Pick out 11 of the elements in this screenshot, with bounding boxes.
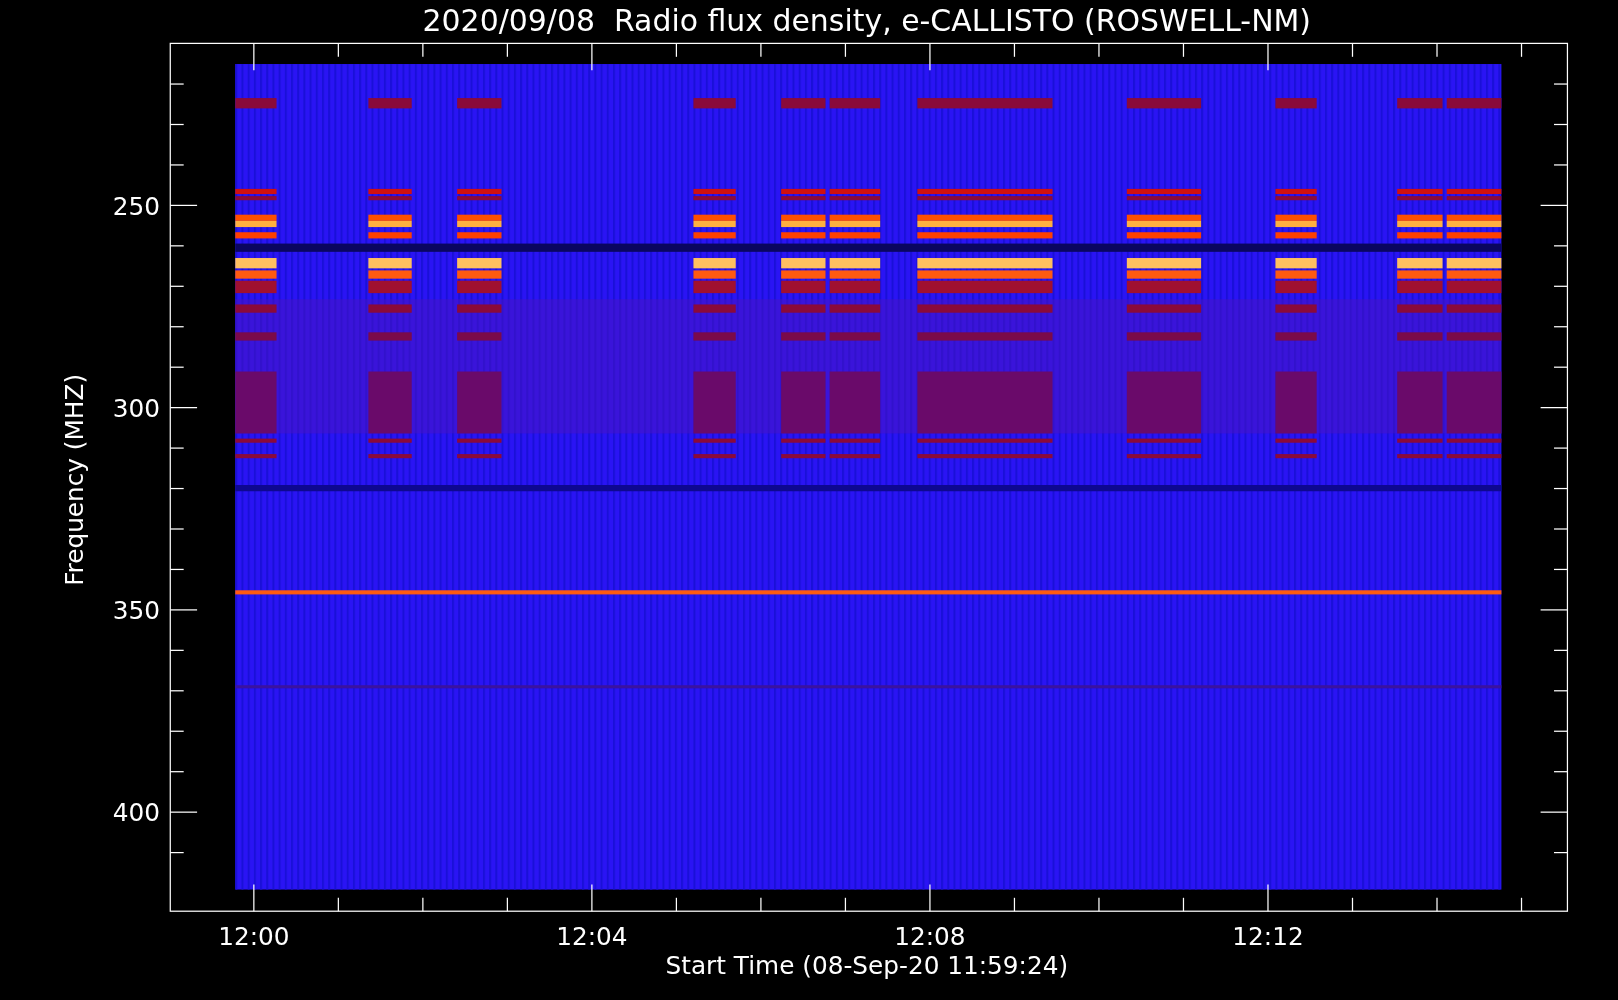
axis-label: Frequency (MHZ) [59, 373, 89, 586]
tick-label: 300 [112, 393, 160, 423]
tick-label: 12:12 [1232, 922, 1304, 952]
tick-label: 12:04 [556, 922, 628, 952]
tick-label: 400 [112, 798, 160, 828]
axis-label: Start Time (08-Sep-20 11:59:24) [665, 951, 1069, 981]
tick-label: 350 [112, 596, 160, 626]
tick-label: 12:00 [218, 922, 290, 952]
tick-label: 12:08 [894, 922, 966, 952]
plot-title: 2020/09/08 Radio flux density, e-CALLISTO (ROSWELL-NM) [422, 3, 1311, 38]
tick-label: 250 [112, 191, 160, 221]
